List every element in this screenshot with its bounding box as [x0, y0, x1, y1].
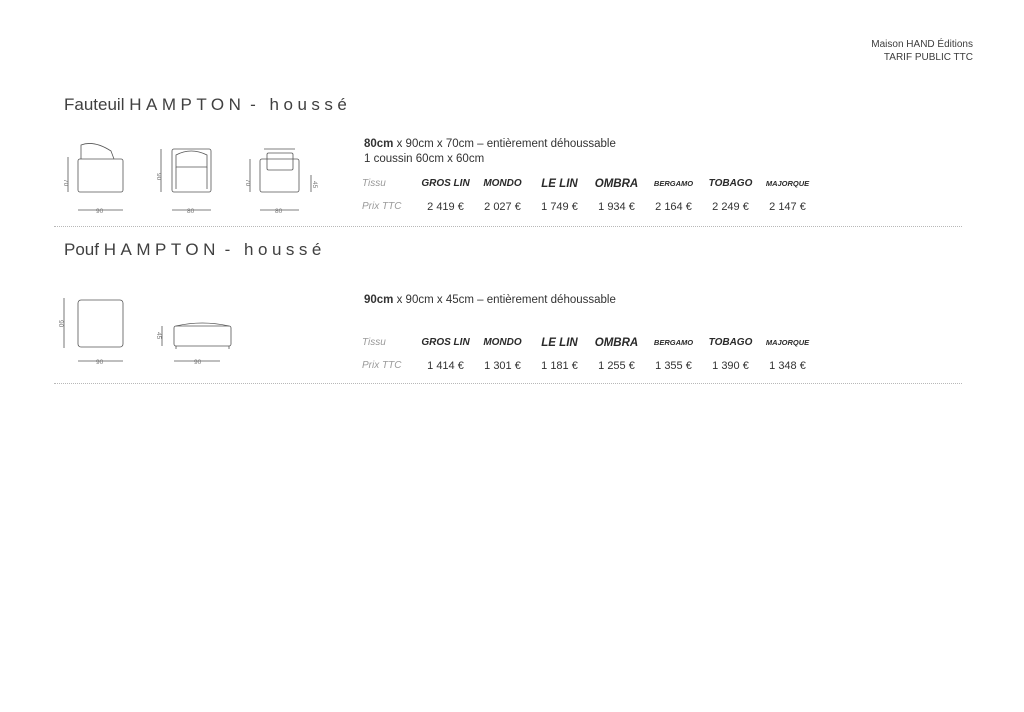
front-view-cushion [175, 150, 208, 168]
product-fauteuil: Fauteuil HAMPTON - houssé 70 90 90 80 70… [54, 95, 962, 227]
fabric-label: Tissu [362, 178, 386, 189]
back-view-cushion [266, 152, 294, 171]
dim-label: 90 [57, 320, 64, 328]
dim-label: 80 [187, 208, 195, 215]
fabric-name: TOBAGO [708, 178, 753, 189]
top-view-drawing [77, 299, 124, 348]
price-value: 1 181 € [541, 359, 578, 372]
dim-label: 70 [244, 179, 251, 187]
section-divider [54, 383, 962, 384]
dimensions-line: 90cm x 90cm x 45cm – entièrement déhouss… [364, 293, 616, 308]
fabric-row: Tissu GROS LIN MONDO LE LIN OMBRA BERGAM… [362, 331, 816, 354]
fabric-name: MONDO [483, 337, 522, 348]
fabric-name: OMBRA [594, 177, 639, 190]
dim-label: 90 [194, 359, 202, 366]
price-row: Prix TTC 2 419 € 2 027 € 1 749 € 1 934 €… [362, 195, 816, 218]
dim-label: 80 [275, 208, 283, 215]
brand-name: Maison HAND Éditions [871, 39, 973, 50]
fabric-row: Tissu GROS LIN MONDO LE LIN OMBRA BERGAM… [362, 172, 816, 195]
price-table: Tissu GROS LIN MONDO LE LIN OMBRA BERGAM… [362, 172, 816, 218]
dimensions-line: 80cm x 90cm x 70cm – entièrement déhouss… [364, 137, 616, 152]
dim-label: 90 [155, 173, 162, 181]
price-value: 1 255 € [598, 359, 635, 372]
document-header: Maison HAND Éditions TARIF PUBLIC TTC [871, 38, 973, 64]
price-value: 2 419 € [427, 200, 464, 213]
dimension-depth: 80cm [364, 138, 394, 150]
fabric-label: Tissu [362, 337, 386, 348]
fabric-name: GROS LIN [421, 337, 470, 348]
price-table: Tissu GROS LIN MONDO LE LIN OMBRA BERGAM… [362, 331, 816, 377]
dim-label: 45 [311, 181, 318, 189]
front-view-drawing [171, 148, 212, 193]
price-value: 1 749 € [541, 200, 578, 213]
price-value: 1 355 € [655, 359, 692, 372]
fabric-name: OMBRA [594, 336, 639, 349]
dimension-rest: x 90cm x 70cm – entièrement déhoussable [393, 138, 616, 150]
price-value: 1 390 € [712, 359, 749, 372]
product-description: 80cm x 90cm x 70cm – entièrement déhouss… [364, 137, 616, 167]
fabric-name: TOBAGO [708, 337, 753, 348]
price-value: 1 348 € [769, 359, 806, 372]
section-divider [54, 226, 962, 227]
fabric-name: BERGAMO [653, 338, 694, 347]
fabric-name: LE LIN [541, 336, 578, 349]
fabric-name: MAJORQUE [765, 338, 810, 347]
price-row: Prix TTC 1 414 € 1 301 € 1 181 € 1 255 €… [362, 354, 816, 377]
price-value: 2 164 € [655, 200, 692, 213]
price-value: 1 301 € [484, 359, 521, 372]
dim-label: 90 [96, 359, 104, 366]
fabric-name: MONDO [483, 178, 522, 189]
price-value: 2 147 € [769, 200, 806, 213]
dimension-depth: 90cm [364, 294, 394, 306]
dim-label: 90 [96, 208, 104, 215]
price-value: 1 414 € [427, 359, 464, 372]
price-list-label: TARIF PUBLIC TTC [883, 52, 973, 63]
side-view-cushion-curve [175, 322, 230, 327]
side-view-drawing [173, 325, 232, 347]
price-value: 1 934 € [598, 200, 635, 213]
price-label: Prix TTC [362, 360, 402, 371]
fabric-name: MAJORQUE [765, 179, 810, 188]
price-value: 2 249 € [712, 200, 749, 213]
product-pouf: Pouf HAMPTON - houssé 90 90 45 90 90cm x… [54, 240, 962, 384]
side-view-back-outline [80, 143, 115, 160]
dim-label: 45 [155, 332, 162, 340]
dimension-rest: x 90cm x 45cm – entièrement déhoussable [393, 294, 616, 306]
fabric-name: GROS LIN [421, 178, 470, 189]
price-value: 2 027 € [484, 200, 521, 213]
fabric-name: LE LIN [541, 177, 578, 190]
price-label: Prix TTC [362, 201, 402, 212]
fabric-name: BERGAMO [653, 179, 694, 188]
technical-drawings: 90 90 45 90 [57, 298, 232, 366]
cushion-line: 1 coussin 60cm x 60cm [364, 153, 485, 165]
dim-label: 70 [62, 179, 69, 187]
technical-drawings: 70 90 90 80 70 45 80 [62, 143, 318, 215]
product-description: 90cm x 90cm x 45cm – entièrement déhouss… [364, 293, 616, 308]
side-view-drawing [77, 158, 124, 193]
